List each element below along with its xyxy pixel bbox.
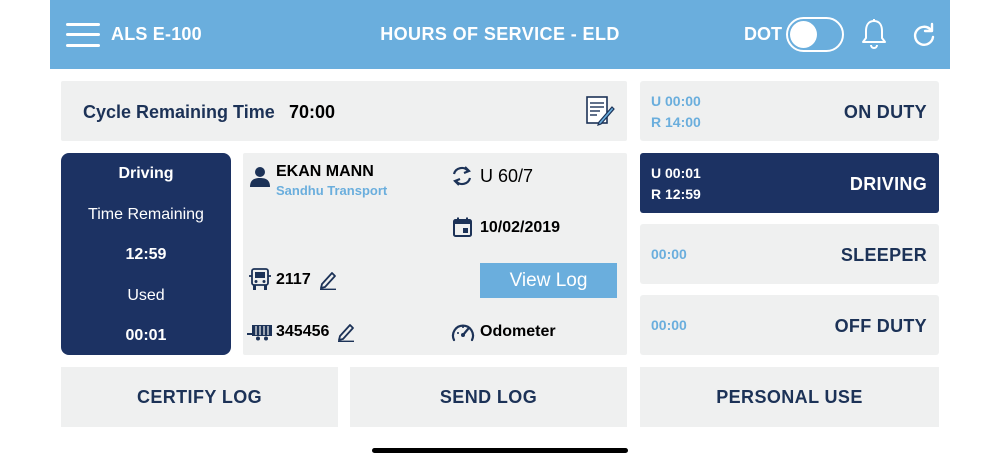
used-label: Used: [127, 287, 165, 304]
status-label: OFF DUTY: [834, 316, 927, 336]
edit-trailer-icon[interactable]: [337, 322, 355, 342]
status-driving[interactable]: U 00:01 R 12:59 DRIVING: [640, 153, 939, 213]
status-label: ON DUTY: [843, 102, 927, 122]
used-value: 00:01: [125, 327, 167, 344]
edit-truck-icon[interactable]: [319, 270, 337, 290]
time-remaining-label: Time Remaining: [88, 206, 204, 223]
driver-info-panel: EKAN MANN Sandhu Transport U 60/7 10/02/…: [243, 153, 627, 355]
personal-use-button[interactable]: PERSONAL USE: [640, 367, 939, 427]
trailer-number: 345456: [276, 323, 330, 340]
cycle-remaining-panel: Cycle Remaining Time 70:00: [61, 81, 627, 141]
status-remaining-time: R 12:59: [651, 186, 701, 202]
driving-card-title: Driving: [118, 165, 174, 182]
calendar-icon: [453, 217, 472, 237]
log-date: 10/02/2019: [480, 219, 561, 236]
cycle-rule: U 60/7: [480, 166, 534, 186]
status-time: 00:00: [651, 246, 687, 262]
app-header: ALS E-100 HOURS OF SERVICE - ELD DOT: [50, 0, 950, 69]
status-remaining-time: R 14:00: [651, 114, 701, 130]
status-label: SLEEPER: [840, 245, 927, 265]
view-log-button[interactable]: View Log: [480, 263, 617, 298]
toggle-knob: [790, 21, 817, 48]
status-label: DRIVING: [849, 174, 927, 194]
driver-name: EKAN MANN: [276, 163, 374, 180]
trailer-icon: [247, 325, 272, 341]
document-edit-icon[interactable]: [585, 95, 615, 127]
dot-toggle[interactable]: [786, 17, 844, 52]
cycle-remaining-value: 70:00: [289, 102, 336, 122]
cycle-sync-icon: [452, 166, 472, 186]
cycle-remaining-label: Cycle Remaining Time: [83, 102, 275, 122]
status-on-duty[interactable]: U 00:00 R 14:00 ON DUTY: [640, 81, 939, 141]
send-log-button[interactable]: SEND LOG: [350, 367, 627, 427]
bell-icon[interactable]: [860, 18, 888, 50]
status-sleeper[interactable]: 00:00 SLEEPER: [640, 224, 939, 284]
carrier-name: Sandhu Transport: [276, 183, 388, 198]
person-icon: [250, 167, 270, 187]
home-indicator[interactable]: [372, 448, 628, 453]
status-time: 00:00: [651, 317, 687, 333]
truck-icon: [249, 268, 271, 290]
status-used-time: U 00:00: [651, 93, 701, 109]
time-remaining-value: 12:59: [125, 246, 167, 263]
refresh-icon[interactable]: [912, 22, 936, 48]
status-used-time: U 00:01: [651, 165, 701, 181]
dot-label: DOT: [744, 24, 782, 44]
speedometer-icon: [451, 324, 475, 342]
truck-number: 2117: [276, 271, 311, 288]
certify-log-button[interactable]: CERTIFY LOG: [61, 367, 338, 427]
odometer-label: Odometer: [480, 323, 556, 340]
driving-summary-card: Driving Time Remaining 12:59 Used 00:01: [61, 153, 231, 355]
status-off-duty[interactable]: 00:00 OFF DUTY: [640, 295, 939, 355]
